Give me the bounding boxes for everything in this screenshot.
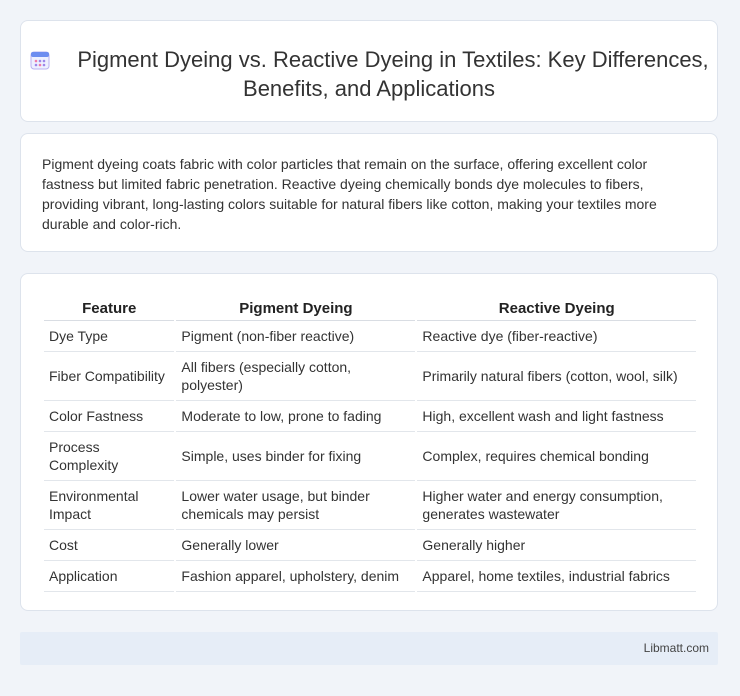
- table-cell: Higher water and energy consumption, gen…: [417, 481, 696, 530]
- table-cell: Lower water usage, but binder chemicals …: [176, 481, 416, 530]
- comparison-table: Feature Pigment Dyeing Reactive Dyeing D…: [42, 296, 698, 592]
- table-row: Process Complexity Simple, uses binder f…: [44, 432, 696, 481]
- page-title: Pigment Dyeing vs. Reactive Dyeing in Te…: [77, 47, 709, 101]
- table-cell: Simple, uses binder for fixing: [176, 432, 416, 481]
- calendar-icon: [30, 51, 50, 70]
- table-cell: Pigment (non-fiber reactive): [176, 321, 416, 352]
- comparison-card: Feature Pigment Dyeing Reactive Dyeing D…: [20, 273, 718, 611]
- header-reactive-dyeing: Reactive Dyeing: [417, 296, 696, 321]
- table-cell: Color Fastness: [44, 401, 175, 432]
- intro-card: Pigment dyeing coats fabric with color p…: [20, 133, 718, 252]
- table-header-row: Feature Pigment Dyeing Reactive Dyeing: [44, 296, 696, 321]
- table-cell: Complex, requires chemical bonding: [417, 432, 696, 481]
- table-row: Environmental Impact Lower water usage, …: [44, 481, 696, 530]
- header-feature: Feature: [44, 296, 175, 321]
- table-row: Application Fashion apparel, upholstery,…: [44, 561, 696, 592]
- table-cell: Fiber Compatibility: [44, 352, 175, 401]
- table-row: Color Fastness Moderate to low, prone to…: [44, 401, 696, 432]
- table-row: Dye Type Pigment (non-fiber reactive) Re…: [44, 321, 696, 352]
- table-cell: Application: [44, 561, 175, 592]
- table-cell: Generally lower: [176, 530, 416, 561]
- table-cell: Fashion apparel, upholstery, denim: [176, 561, 416, 592]
- page-title-wrap: Pigment Dyeing vs. Reactive Dyeing in Te…: [21, 45, 717, 103]
- table-row: Cost Generally lower Generally higher: [44, 530, 696, 561]
- table-cell: Reactive dye (fiber-reactive): [417, 321, 696, 352]
- table-cell: Process Complexity: [44, 432, 175, 481]
- table-cell: Dye Type: [44, 321, 175, 352]
- table-row: Fiber Compatibility All fibers (especial…: [44, 352, 696, 401]
- table-cell: High, excellent wash and light fastness: [417, 401, 696, 432]
- header-pigment-dyeing: Pigment Dyeing: [176, 296, 416, 321]
- table-cell: Environmental Impact: [44, 481, 175, 530]
- intro-paragraph: Pigment dyeing coats fabric with color p…: [42, 156, 657, 232]
- footer: Libmatt.com: [20, 632, 718, 665]
- table-cell: Generally higher: [417, 530, 696, 561]
- table-cell: All fibers (especially cotton, polyester…: [176, 352, 416, 401]
- table-cell: Cost: [44, 530, 175, 561]
- table-cell: Apparel, home textiles, industrial fabri…: [417, 561, 696, 592]
- table-cell: Moderate to low, prone to fading: [176, 401, 416, 432]
- title-card: Pigment Dyeing vs. Reactive Dyeing in Te…: [20, 20, 718, 122]
- footer-brand-link[interactable]: Libmatt.com: [644, 641, 709, 655]
- table-cell: Primarily natural fibers (cotton, wool, …: [417, 352, 696, 401]
